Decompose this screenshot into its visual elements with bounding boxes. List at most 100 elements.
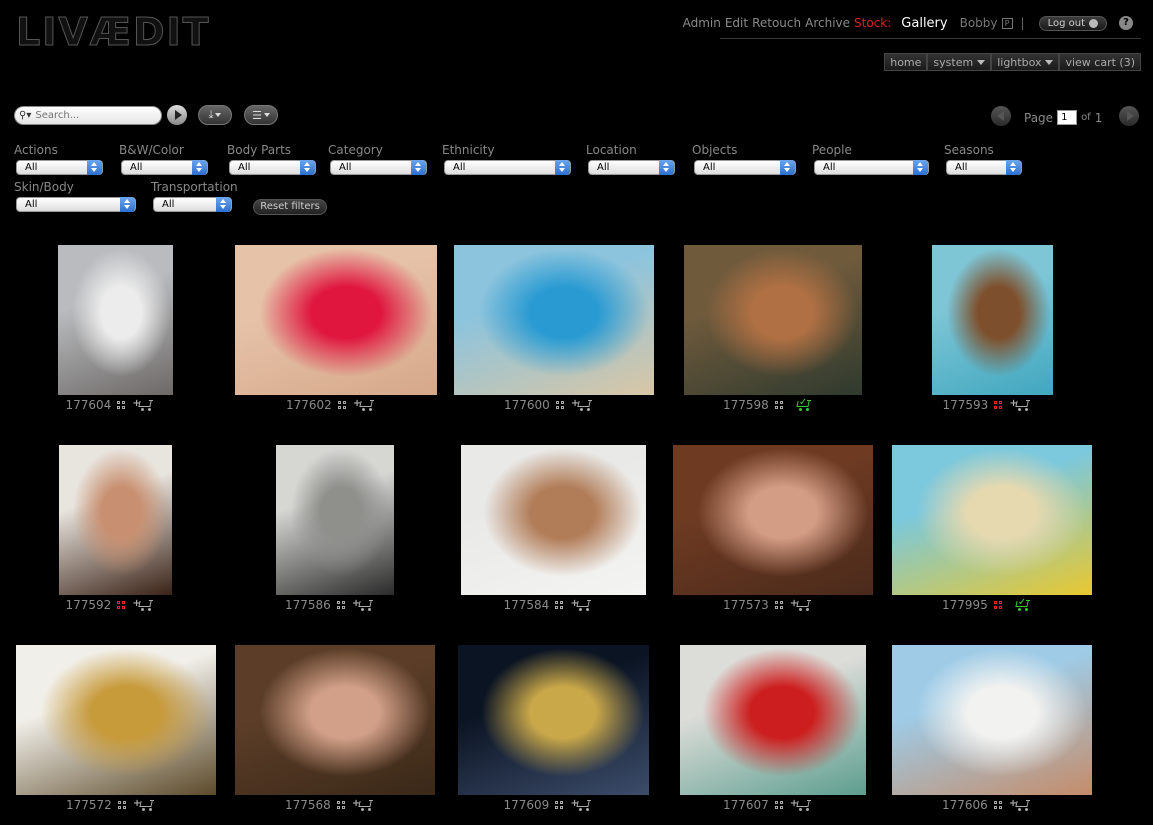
image-id[interactable]: 177600	[504, 398, 550, 412]
add-to-cart-icon[interactable]: +	[352, 798, 374, 811]
image-id[interactable]: 177573	[723, 598, 769, 612]
add-to-cart-icon[interactable]: +	[353, 398, 375, 411]
image-id[interactable]: 177592	[66, 598, 112, 612]
image-caption: 177606 +	[942, 798, 1031, 812]
nav-retouch[interactable]: Retouch	[752, 16, 801, 30]
lightbox-icon[interactable]	[774, 400, 784, 410]
lightbox-icon[interactable]	[555, 400, 565, 410]
prev-page-button[interactable]	[991, 106, 1011, 126]
logout-button[interactable]: Log out	[1038, 15, 1107, 31]
filter-select-location[interactable]: All	[588, 160, 675, 175]
image-thumbnail[interactable]	[59, 445, 172, 595]
view-menu-button[interactable]: ☰	[244, 105, 278, 125]
image-id[interactable]: 177572	[66, 798, 112, 812]
image-id[interactable]: 177584	[504, 598, 550, 612]
nav-gallery[interactable]: Gallery	[901, 16, 947, 31]
nav-admin[interactable]: Admin	[683, 16, 721, 30]
filter-select-body-parts[interactable]: All	[229, 160, 316, 175]
lightbox-icon[interactable]	[555, 800, 564, 810]
add-to-cart-icon[interactable]: +	[1009, 398, 1031, 411]
lightbox-icon[interactable]	[117, 600, 126, 610]
image-id[interactable]: 177586	[285, 598, 331, 612]
filter-select-transportation[interactable]: All	[153, 197, 232, 212]
nav-edit[interactable]: Edit	[725, 16, 748, 30]
image-id[interactable]: 177604	[66, 398, 112, 412]
lightbox-icon[interactable]	[555, 600, 564, 610]
reset-filters-button[interactable]: Reset filters	[253, 199, 327, 215]
filter-select-category[interactable]: All	[330, 160, 427, 175]
filter-select-people[interactable]: All	[814, 160, 929, 175]
image-thumbnail[interactable]	[892, 645, 1092, 795]
add-to-cart-icon[interactable]: ✓	[790, 397, 812, 411]
image-thumbnail[interactable]	[673, 445, 873, 595]
image-thumbnail[interactable]	[461, 445, 646, 595]
lightbox-icon[interactable]	[774, 800, 784, 810]
image-thumbnail[interactable]	[276, 445, 394, 595]
filter-select-objects[interactable]: All	[694, 160, 796, 175]
image-thumbnail[interactable]	[458, 645, 649, 795]
add-to-cart-icon[interactable]: +	[570, 798, 592, 811]
lightbox-icon[interactable]	[336, 800, 346, 810]
image-id[interactable]: 177609	[504, 798, 550, 812]
next-page-button[interactable]	[1119, 106, 1139, 126]
lightbox-icon[interactable]	[117, 400, 126, 410]
user-badge-icon: P	[1001, 17, 1013, 29]
add-to-cart-icon[interactable]: +	[571, 398, 593, 411]
lightbox-icon[interactable]	[336, 600, 346, 610]
add-to-cart-icon[interactable]: +	[352, 598, 374, 611]
filter-select-actions[interactable]: All	[16, 160, 103, 175]
add-to-cart-icon[interactable]: +	[570, 598, 592, 611]
tab-home[interactable]: home	[884, 53, 928, 71]
tab-view[interactable]: view cart (3)	[1059, 53, 1141, 71]
tab-lightbox[interactable]: lightbox	[991, 53, 1060, 71]
search-input[interactable]	[35, 110, 156, 121]
image-id[interactable]: 177598	[723, 398, 769, 412]
lightbox-icon[interactable]	[994, 400, 1003, 410]
filter-select-skin-body[interactable]: All	[16, 197, 136, 212]
app-logo[interactable]: LIVÆDIT	[16, 10, 211, 55]
add-to-cart-icon[interactable]: +	[790, 598, 812, 611]
filter-seasons: Seasons All	[944, 143, 1022, 175]
image-thumbnail[interactable]	[58, 245, 173, 395]
image-id[interactable]: 177568	[285, 798, 331, 812]
lightbox-icon[interactable]	[117, 800, 127, 810]
add-to-cart-icon[interactable]: +	[132, 598, 154, 611]
lightbox-icon[interactable]	[993, 800, 1003, 810]
image-thumbnail[interactable]	[932, 245, 1053, 395]
search-icon[interactable]: ⚲▾	[19, 110, 31, 121]
add-to-cart-icon[interactable]: +	[133, 798, 155, 811]
search-go-button[interactable]	[167, 105, 187, 125]
lightbox-icon[interactable]	[337, 400, 347, 410]
help-icon[interactable]: ?	[1119, 16, 1133, 30]
download-menu-button[interactable]: ⤓	[198, 105, 232, 125]
lightbox-icon[interactable]	[993, 600, 1003, 610]
filter-select-ethnicity[interactable]: All	[444, 160, 571, 175]
filter-select-seasons[interactable]: All	[946, 160, 1022, 175]
image-thumbnail[interactable]	[235, 245, 437, 395]
image-thumbnail[interactable]	[235, 645, 435, 795]
image-thumbnail[interactable]	[684, 245, 862, 395]
nav-archive[interactable]: Archive	[805, 16, 850, 30]
image-thumbnail[interactable]	[680, 645, 866, 795]
filter-select-b-w-color[interactable]: All	[121, 160, 208, 175]
image-id[interactable]: 177606	[942, 798, 988, 812]
select-arrows-icon	[120, 197, 135, 212]
add-to-cart-icon[interactable]: +	[1009, 798, 1031, 811]
filter-label: Seasons	[944, 143, 994, 157]
filter-objects: Objects All	[692, 143, 796, 175]
image-id[interactable]: 177602	[286, 398, 332, 412]
image-thumbnail[interactable]	[454, 245, 654, 395]
tab-system[interactable]: system	[927, 53, 992, 71]
image-thumbnail[interactable]	[892, 445, 1092, 595]
image-id[interactable]: 177995	[942, 598, 988, 612]
add-to-cart-icon[interactable]: +	[132, 398, 154, 411]
image-thumbnail[interactable]	[16, 645, 216, 795]
add-to-cart-icon[interactable]: ✓	[1009, 597, 1031, 611]
page-number-input[interactable]: 1	[1057, 110, 1078, 125]
nav-stock-label[interactable]: Stock:	[854, 16, 891, 30]
image-id[interactable]: 177607	[723, 798, 769, 812]
add-to-cart-icon[interactable]: +	[790, 798, 812, 811]
lightbox-icon[interactable]	[774, 600, 784, 610]
image-id[interactable]: 177593	[943, 398, 989, 412]
chevron-down-icon	[977, 59, 986, 65]
